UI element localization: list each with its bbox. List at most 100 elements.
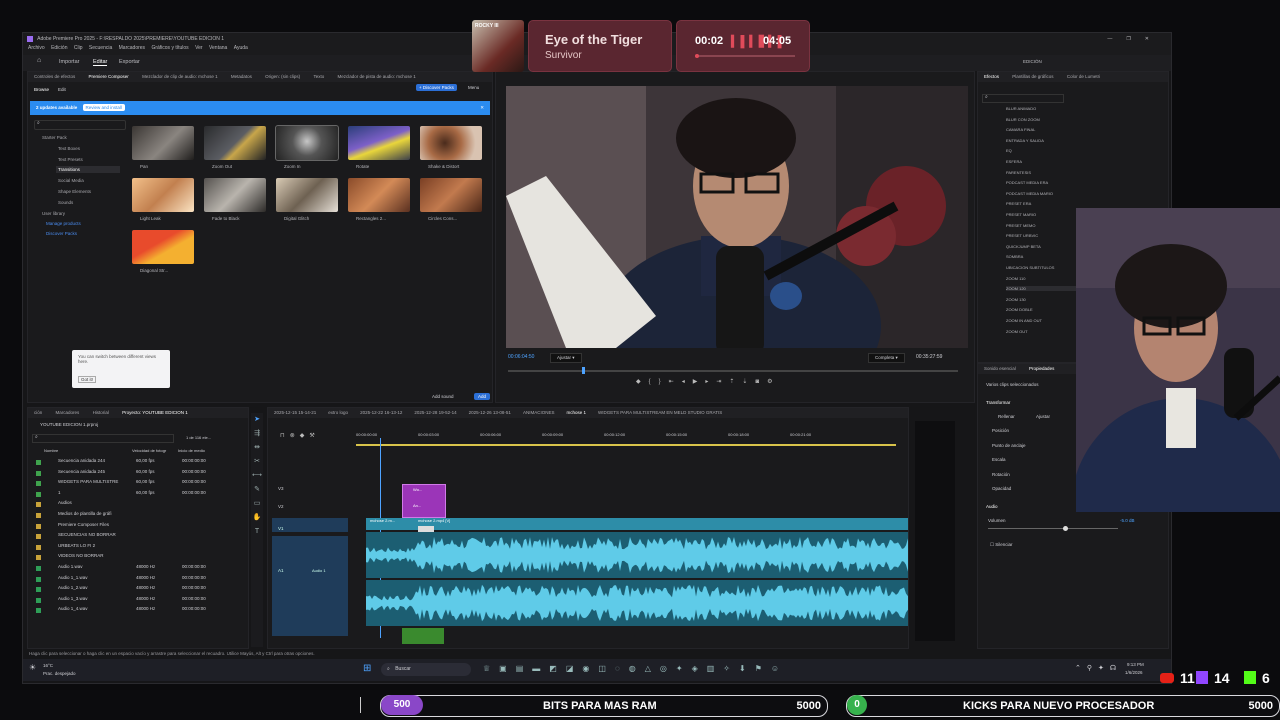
go-to-in-icon[interactable]: ⇤ [669,379,682,385]
thumb-digital-glitch[interactable] [276,178,338,212]
app-icon[interactable]: ◈ [692,664,707,673]
audio-clip-green[interactable] [402,628,444,644]
subtab-browse[interactable]: Browse [34,87,49,92]
windows-start-icon[interactable]: ⊞ [363,663,371,674]
thumb-rotate[interactable] [348,126,410,160]
tab-sonido-esencial[interactable]: Sonido esencial [984,366,1016,371]
folder-icon[interactable]: ▬ [532,664,549,673]
chrome-icon[interactable]: ◍ [629,664,645,673]
tab-metadatos[interactable]: Metadatos [231,74,252,79]
tree-item[interactable]: Social Media [58,178,84,183]
add-sound-label[interactable]: Add sound [432,394,454,399]
app-icon[interactable]: ▥ [707,664,724,673]
minimize-button[interactable]: — [1107,36,1126,42]
mute-checkbox[interactable]: ☐ Silenciar [990,542,1013,548]
menu-graficos[interactable]: Gráficos y títulos [151,45,188,51]
window-controls[interactable]: —❐✕ [1107,33,1163,45]
audio-clip-a1[interactable] [366,532,908,578]
project-row[interactable]: SECUENCIAS NO BORRAR [32,532,242,541]
effect-preset-item[interactable]: PRESET ERA [1006,201,1031,206]
menu-edicion[interactable]: Edición [51,45,67,51]
playhead-scrubber[interactable] [508,367,958,374]
play-icon[interactable]: ▶ [693,379,706,385]
tab-premiere-composer[interactable]: Premiere Composer [89,74,129,79]
timecode-display[interactable]: 00:06:04:50 [508,354,534,360]
effect-preset-item[interactable]: ZOOM OUT [1006,329,1028,334]
effect-preset-item[interactable]: SOMBRA [1006,254,1023,259]
lift-icon[interactable]: ⇡ [729,379,742,385]
timeline-tab[interactable]: 2025-12-26 13-08-51 [469,410,511,415]
thumb-light-leak[interactable] [132,178,194,212]
in-point-icon[interactable]: { [649,379,659,385]
step-back-icon[interactable]: ◂ [682,379,693,385]
slip-tool-icon[interactable]: ⟷ [251,469,263,483]
weather-icon[interactable]: ☀ [29,663,36,672]
timeline-tab[interactable]: mchose 1 [566,410,586,415]
project-row[interactable]: 1 60,00 fps 00:00:00:00 [32,490,242,499]
thumb-zoom-out[interactable] [204,126,266,160]
menu-ventana[interactable]: Ventana [209,45,227,51]
system-tray[interactable]: ⌃⚲✦☊ [1075,664,1122,672]
settings-icon[interactable]: ⚙ [767,379,780,385]
tree-item[interactable]: Shape Elements [58,189,91,194]
tree-item[interactable]: Text Presets [58,157,83,162]
timeline-tab[interactable]: extro logo [328,410,348,415]
tab-texto[interactable]: Texto [313,74,324,79]
app-icon[interactable]: ◎ [660,664,676,673]
volume-slider[interactable] [988,526,1118,531]
effect-preset-item[interactable]: QUICKJUMP BETA [1006,244,1041,249]
project-row[interactable]: VIDEOS NO BORRAR [32,553,242,562]
step-forward-icon[interactable]: ▸ [705,379,716,385]
tab-mezclador-pista[interactable]: Mezclador de pista de audio: mchose 1 [337,74,415,79]
marker-icon[interactable]: ◆ [636,379,649,385]
fit-select[interactable]: Ajustar ▾ [550,353,582,363]
tab-plantillas[interactable]: Plantillas de gráficos [1012,74,1053,79]
close-button[interactable]: ✕ [1145,36,1163,42]
effect-preset-item[interactable]: ENTRADA Y SALIDA [1006,138,1044,143]
timeline-tab[interactable]: 2025-12-22 16-13-12 [360,410,402,415]
video-frame[interactable] [506,86,968,348]
effect-preset-item[interactable]: CAMARA FINAL [1006,127,1035,132]
effects-search-input[interactable]: ⌕ [982,94,1064,103]
project-row[interactable]: Audio 1_4.wav 48000 Hz 00:00:00:00 [32,606,242,615]
video-clip-main[interactable]: mchose 2.m... mchose 2.mp4 [V] [366,518,908,530]
project-row[interactable]: Audio 1.wav 48000 Hz 00:00:00:00 [32,564,242,573]
tab-proyecto[interactable]: Proyecto: YOUTUBE EDICION 1 [122,410,188,415]
search-input[interactable]: ⌕ [34,120,126,130]
ripple-edit-icon[interactable]: ⇹ [251,441,263,455]
timeline-ruler[interactable]: 00:00:00:00 00:00:03:00 00:00:06:00 00:00:0… [356,432,908,442]
track-header-a1[interactable] [272,536,348,636]
add-button[interactable]: Add [474,393,491,400]
menu-ver[interactable]: Ver [195,45,203,51]
menu-secuencia[interactable]: Secuencia [89,45,112,51]
effect-preset-item[interactable]: ESFERA [1006,159,1022,164]
tab-importar[interactable]: Importar [59,59,79,65]
pen-tool-icon[interactable]: ✎ [251,483,263,497]
text-tool-icon[interactable]: T [251,525,263,539]
timeline-tab[interactable]: 2025-12-15 15-14-21 [274,410,316,415]
thumb-diagonal[interactable] [132,230,194,264]
project-row[interactable]: Secuencia anidada 244 60,00 fps 00:00:00:0… [32,458,242,467]
audio-clip-a2[interactable] [366,580,908,626]
project-row[interactable]: WIDGETS PARA MULTISTRE 60,00 fps 00:00:00:… [32,479,242,488]
quality-select[interactable]: Completa ▾ [868,353,905,363]
snap-icon[interactable]: ⊓ [280,433,290,439]
hand-tool-icon[interactable]: ✋ [251,511,263,525]
app-icon[interactable]: ♕ [483,664,499,673]
effect-preset-item[interactable]: EQ [1006,148,1012,153]
tab-historial[interactable]: Historial [93,410,109,415]
rectangle-tool-icon[interactable]: ▭ [251,497,263,511]
maximize-button[interactable]: ❐ [1126,36,1144,42]
effect-preset-item[interactable]: PODCAST MEDIA MARIO [1006,191,1053,196]
tab-editar[interactable]: Editar [93,59,108,66]
thumb-circles[interactable] [420,178,482,212]
effect-preset-item[interactable]: BLUR CON ZOOM [1006,117,1040,122]
col-fps[interactable]: Velocidad de fotogr [132,448,166,453]
effect-preset-item[interactable]: ZOOM 110 [1006,276,1026,281]
app-icon[interactable]: ⬇ [739,664,755,673]
app-icon[interactable]: △ [645,664,660,673]
volume-value[interactable]: -5.0 dB [1120,518,1135,523]
manage-products-link[interactable]: Manage products [46,221,81,226]
thumb-zoom-in[interactable] [275,125,339,161]
app-icon[interactable]: ☺ [771,664,788,673]
